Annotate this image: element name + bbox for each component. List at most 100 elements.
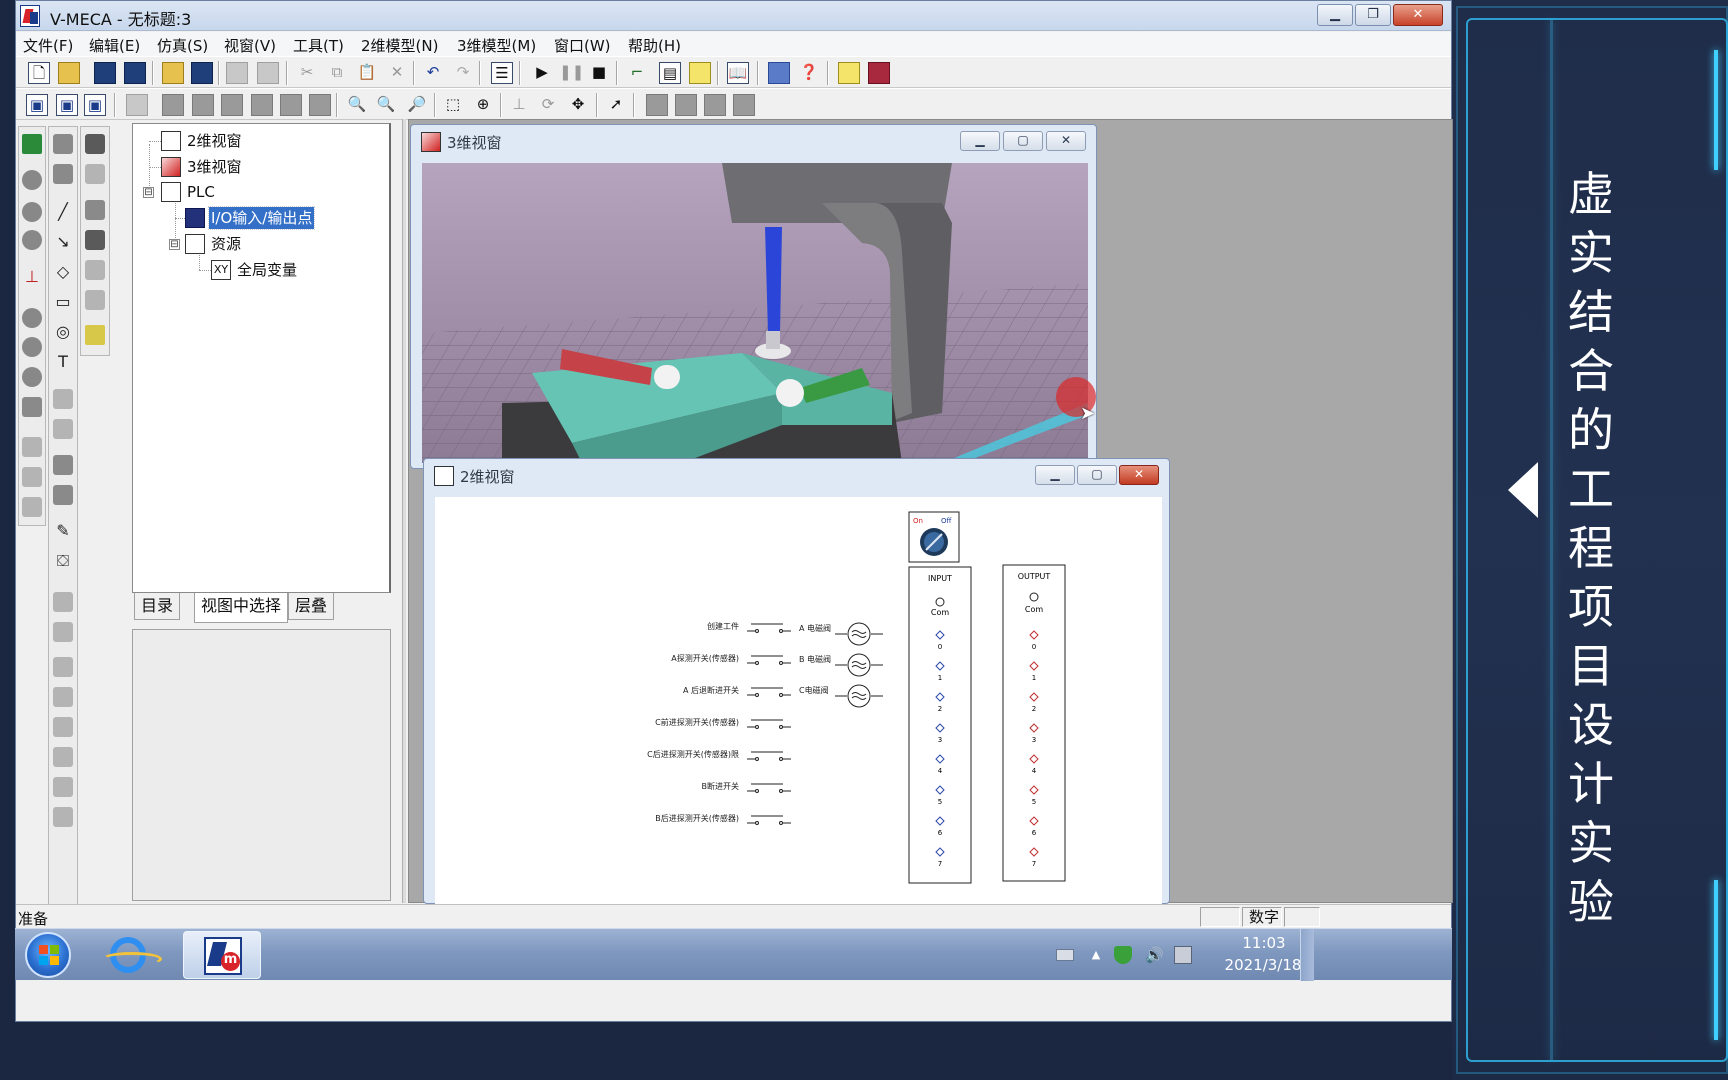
palette-model-icon-12[interactable] (22, 497, 42, 517)
book-button[interactable]: 📖 (727, 62, 749, 84)
palette-plc-icon-1[interactable] (85, 134, 105, 154)
menu-view[interactable]: 视窗(V) (224, 35, 276, 56)
pause-button[interactable]: ❚❚ (559, 62, 584, 84)
menu-2d-model[interactable]: 2维模型(N) (361, 35, 438, 56)
report-button[interactable] (689, 62, 711, 84)
tab-catalog[interactable]: 目录 (134, 593, 181, 620)
print-preview-button[interactable] (226, 62, 248, 84)
copy-button[interactable]: ⧉ (326, 62, 348, 84)
fill-bucket-icon[interactable]: ⛋ (53, 551, 73, 571)
network-icon[interactable] (1174, 946, 1192, 964)
restore-button[interactable]: ❐ (1355, 4, 1391, 26)
tile-grid-button[interactable] (733, 94, 755, 116)
palette-draw-icon-2[interactable] (53, 164, 73, 184)
sensor-switch[interactable]: C前进探测开关(传感器) (655, 717, 791, 729)
menu-tools[interactable]: 工具(T) (293, 35, 344, 56)
volume-icon[interactable]: 🔊 (1145, 946, 1164, 964)
sensor-switch[interactable]: B断进开关 (702, 781, 792, 793)
resources-collapse-toggle[interactable]: ⊟ (169, 239, 180, 250)
ie-taskbar-button[interactable] (97, 931, 162, 979)
palette-plc-icon-4[interactable] (85, 230, 105, 250)
redo-button[interactable]: ↷ (452, 62, 474, 84)
properties-button[interactable]: ☰ (491, 62, 513, 84)
previous-arrow-icon[interactable] (1508, 462, 1538, 518)
tile-horizontal-button[interactable] (704, 94, 726, 116)
tile-vertical-button[interactable] (675, 94, 697, 116)
solenoid-valve[interactable]: B 电磁阀 (799, 653, 883, 677)
window-3d-titlebar[interactable]: 3维视窗 ▁ ▢ ✕ (411, 125, 1096, 158)
save-project-button[interactable] (191, 62, 213, 84)
solenoid-valve[interactable]: A 电磁阀 (799, 622, 883, 646)
shield-icon[interactable] (1114, 946, 1132, 964)
sensor-switch[interactable]: A 后退断进开关 (683, 685, 791, 697)
window-2d-minimize[interactable]: ▁ (1035, 465, 1075, 485)
menu-edit[interactable]: 编辑(E) (89, 35, 140, 56)
cut-button[interactable]: ✂ (296, 62, 318, 84)
layout-1-button[interactable]: ▣ (26, 94, 48, 116)
align-bottom-icon[interactable] (53, 717, 73, 737)
on-off-selector-switch[interactable]: On Off (908, 511, 960, 563)
sensor-switch[interactable]: C后进探测开关(传感器)限 (647, 749, 791, 761)
layout-2-button[interactable]: ▣ (56, 94, 78, 116)
pencil-icon[interactable]: ✎ (53, 521, 73, 541)
tab-select-in-view[interactable]: 视图中选择 (194, 593, 289, 623)
view-bottom-button[interactable] (251, 94, 273, 116)
solenoid-valve[interactable]: C电磁阀 (799, 684, 883, 708)
list-button[interactable]: ▤ (659, 62, 681, 84)
palette-plc-icon-5[interactable] (85, 260, 105, 280)
open-project-button[interactable] (162, 62, 184, 84)
clock-time[interactable]: 11:03 (1229, 934, 1299, 952)
play-button[interactable]: ▶ (531, 62, 553, 84)
polyline-tool-icon[interactable]: ↘ (53, 232, 73, 252)
palette-plc-icon-6[interactable] (85, 290, 105, 310)
new-file-button[interactable]: 🗋 (28, 62, 50, 84)
align-right-icon[interactable] (53, 687, 73, 707)
delete-button[interactable]: ✕ (386, 62, 408, 84)
tile-single-button[interactable] (646, 94, 668, 116)
palette-model-icon-2[interactable] (22, 170, 42, 190)
layout-3-button[interactable]: ▣ (84, 94, 106, 116)
menu-3d-model[interactable]: 3维模型(M) (457, 35, 536, 56)
align-center-icon[interactable] (53, 777, 73, 797)
view-front-button[interactable] (162, 94, 184, 116)
zoom-window-button[interactable]: ⬚ (442, 94, 464, 116)
notes-button[interactable] (838, 62, 860, 84)
zoom-out-button[interactable]: 🔍 (375, 94, 397, 116)
keyboard-icon[interactable] (1056, 949, 1074, 961)
undo-button[interactable]: ↶ (422, 62, 444, 84)
axis-button[interactable]: ⊥ (508, 94, 530, 116)
palette-model-icon-3[interactable] (22, 202, 42, 222)
plc-collapse-toggle[interactable]: ⊟ (143, 187, 154, 198)
zoom-region-button[interactable]: ⊕ (472, 94, 494, 116)
sensor-switch[interactable]: B后进探测开关(传感器) (655, 813, 791, 825)
polygon-tool-icon[interactable]: ◇ (53, 262, 73, 282)
print-button[interactable] (257, 62, 279, 84)
sensor-switch[interactable]: A探测开关(传感器) (671, 653, 791, 665)
tab-layers[interactable]: 层叠 (288, 593, 335, 620)
palette-draw-icon-11[interactable] (53, 455, 73, 475)
window-2d-close[interactable]: ✕ (1119, 465, 1159, 485)
palette-draw-icon-10[interactable] (53, 419, 73, 439)
menu-window[interactable]: 窗口(W) (554, 35, 611, 56)
vmeca-taskbar-button[interactable] (183, 931, 261, 979)
align-middle-icon[interactable] (53, 807, 73, 827)
line-tool-icon[interactable]: ╱ (53, 202, 73, 222)
palette-model-icon-8[interactable] (22, 367, 42, 387)
window-2d-maximize[interactable]: ▢ (1077, 465, 1117, 485)
view-iso-button[interactable] (126, 94, 148, 116)
title-bar[interactable]: V-MECA - 无标题:3 ▁ ❐ ✕ (16, 1, 1451, 31)
sensor-switch[interactable]: 创建工件 (707, 621, 791, 633)
grid-button[interactable] (768, 62, 790, 84)
show-desktop-button[interactable] (1300, 929, 1314, 981)
start-orb-icon[interactable] (25, 932, 71, 978)
select-button[interactable]: ➚ (605, 94, 627, 116)
menu-file[interactable]: 文件(F) (23, 35, 73, 56)
speaker-icon[interactable] (85, 325, 105, 345)
menu-simulate[interactable]: 仿真(S) (157, 35, 208, 56)
view-left-button[interactable] (280, 94, 302, 116)
palette-model-icon-6[interactable] (22, 308, 42, 328)
help-pointer-button[interactable]: ❓ (798, 62, 820, 84)
palette-axis-icon[interactable]: ⊥ (22, 267, 42, 287)
zoom-in-button[interactable]: 🔍 (346, 94, 368, 116)
palette-model-icon-10[interactable] (22, 437, 42, 457)
